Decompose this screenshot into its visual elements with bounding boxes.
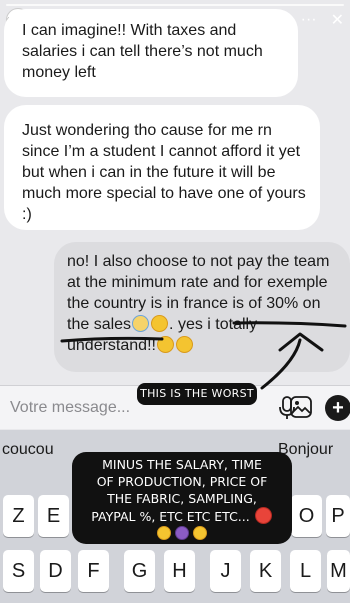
message-bubble-received: Just wondering tho cause for me rn since… bbox=[4, 105, 320, 230]
dizzy-face-emoji-icon bbox=[157, 526, 171, 540]
plus-icon[interactable]: + bbox=[325, 395, 350, 421]
annotation-line: OF PRODUCTION, PRICE OF bbox=[96, 474, 268, 489]
smile-emoji-icon bbox=[156, 336, 174, 353]
key[interactable]: S bbox=[3, 550, 34, 592]
gallery-icon[interactable] bbox=[288, 394, 314, 420]
scream-emoji-icon bbox=[132, 315, 150, 332]
key[interactable]: D bbox=[40, 550, 71, 592]
key[interactable]: E bbox=[38, 495, 69, 537]
key[interactable]: L bbox=[290, 550, 321, 592]
smile-emoji-icon bbox=[175, 336, 193, 353]
annotation-label: THIS IS THE WORST bbox=[137, 383, 257, 405]
key[interactable]: F bbox=[78, 550, 109, 592]
key[interactable]: P bbox=[326, 495, 350, 537]
message-bubble-sent: no! I also choose to not pay the team at… bbox=[54, 242, 350, 372]
key[interactable]: H bbox=[164, 550, 195, 592]
suggestion-item[interactable]: coucou bbox=[2, 441, 54, 459]
message-text: I can imagine!! With taxes and salaries … bbox=[22, 22, 263, 81]
key[interactable]: J bbox=[210, 550, 241, 592]
more-dots-icon[interactable]: ··· bbox=[301, 11, 317, 29]
annotation-emojis bbox=[78, 526, 286, 540]
key[interactable]: M bbox=[327, 550, 350, 592]
grin-sweat-emoji-icon bbox=[151, 315, 169, 332]
close-icon[interactable]: ✕ bbox=[331, 10, 344, 30]
key[interactable]: Z bbox=[3, 495, 34, 537]
key[interactable]: O bbox=[291, 495, 322, 537]
annotation-line-text: PAYPAL %, ETC ETC ETC... bbox=[91, 509, 250, 524]
grimace-emoji-icon bbox=[193, 526, 207, 540]
alien-monster-emoji-icon bbox=[175, 526, 189, 540]
message-text: Just wondering tho cause for me rn since… bbox=[22, 122, 306, 223]
annotation-line: THE FABRIC, SAMPLING, bbox=[107, 491, 257, 506]
annotation-line: PAYPAL %, ETC ETC ETC... bbox=[78, 507, 286, 525]
annotation-line: MINUS THE SALARY, TIME bbox=[102, 457, 262, 472]
message-bubble-received: I can imagine!! With taxes and salaries … bbox=[4, 9, 298, 97]
key[interactable]: K bbox=[250, 550, 281, 592]
key[interactable]: G bbox=[124, 550, 155, 592]
angry-face-emoji-icon bbox=[254, 507, 272, 524]
annotation-note: MINUS THE SALARY, TIME OF PRODUCTION, PR… bbox=[72, 452, 292, 544]
story-progress-bar bbox=[6, 4, 344, 6]
story-actions: ··· ✕ bbox=[301, 10, 344, 30]
